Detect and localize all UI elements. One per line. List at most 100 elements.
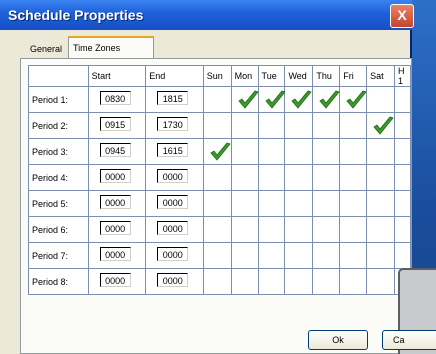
check-icon bbox=[289, 88, 313, 112]
day-cell[interactable] bbox=[230, 112, 259, 139]
period-start-input[interactable]: 0000 bbox=[99, 195, 131, 209]
period-label: Period 8: bbox=[28, 268, 89, 295]
close-button[interactable]: X bbox=[390, 4, 414, 28]
period-end-input[interactable]: 1815 bbox=[157, 91, 189, 105]
day-cell[interactable] bbox=[257, 164, 286, 191]
day-cell[interactable] bbox=[230, 86, 260, 113]
day-cell[interactable] bbox=[202, 216, 232, 243]
day-cell[interactable] bbox=[312, 86, 341, 113]
period-end-input[interactable]: 0000 bbox=[157, 195, 189, 209]
day-cell[interactable] bbox=[230, 138, 259, 165]
day-cell[interactable] bbox=[366, 268, 395, 295]
day-cell[interactable] bbox=[230, 216, 259, 243]
day-cell[interactable] bbox=[257, 86, 287, 113]
day-cell[interactable] bbox=[339, 190, 368, 217]
period-label: Period 6: bbox=[28, 216, 89, 243]
day-cell[interactable] bbox=[284, 112, 314, 139]
day-cell[interactable] bbox=[393, 190, 412, 217]
day-cell[interactable] bbox=[366, 216, 395, 243]
day-cell[interactable] bbox=[230, 190, 259, 217]
day-cell[interactable] bbox=[202, 86, 232, 113]
day-cell[interactable] bbox=[366, 242, 395, 269]
day-cell[interactable] bbox=[202, 164, 232, 191]
period-end-cell: 0000 bbox=[145, 242, 204, 269]
period-end-input[interactable]: 0000 bbox=[157, 221, 189, 235]
day-cell[interactable] bbox=[312, 112, 341, 139]
day-cell[interactable] bbox=[230, 164, 259, 191]
column-header: Mon bbox=[230, 65, 259, 87]
period-start-input[interactable]: 0000 bbox=[99, 247, 131, 261]
period-start-input[interactable]: 0000 bbox=[99, 273, 131, 287]
day-cell[interactable] bbox=[339, 216, 368, 243]
day-cell[interactable] bbox=[339, 268, 368, 295]
day-cell[interactable] bbox=[312, 164, 341, 191]
day-cell[interactable] bbox=[312, 216, 341, 243]
day-cell[interactable] bbox=[202, 112, 232, 139]
period-start-input[interactable]: 0830 bbox=[99, 91, 131, 105]
day-cell[interactable] bbox=[393, 216, 412, 243]
day-cell[interactable] bbox=[393, 242, 412, 269]
period-start-input[interactable]: 0000 bbox=[99, 169, 131, 183]
day-cell[interactable] bbox=[230, 242, 259, 269]
day-cell[interactable] bbox=[366, 138, 395, 165]
period-end-input[interactable]: 1615 bbox=[157, 143, 189, 157]
period-end-input[interactable]: 0000 bbox=[157, 247, 189, 261]
day-cell[interactable] bbox=[312, 138, 341, 165]
column-header: Sat bbox=[366, 65, 395, 87]
day-cell[interactable] bbox=[393, 164, 412, 191]
period-end-cell: 0000 bbox=[145, 190, 204, 217]
day-cell[interactable] bbox=[202, 268, 232, 295]
day-cell[interactable] bbox=[257, 138, 286, 165]
day-cell[interactable] bbox=[339, 164, 368, 191]
day-cell[interactable] bbox=[257, 216, 286, 243]
period-end-input[interactable]: 0000 bbox=[157, 273, 189, 287]
period-end-input[interactable]: 0000 bbox=[157, 169, 189, 183]
day-cell[interactable] bbox=[339, 112, 368, 139]
period-label: Period 7: bbox=[28, 242, 89, 269]
day-cell[interactable] bbox=[284, 268, 314, 295]
day-cell[interactable] bbox=[393, 86, 412, 113]
day-cell[interactable] bbox=[366, 86, 395, 113]
day-cell[interactable] bbox=[339, 242, 368, 269]
day-cell[interactable] bbox=[202, 190, 232, 217]
title-bar[interactable]: Schedule Properties X bbox=[0, 0, 414, 30]
day-cell[interactable] bbox=[393, 112, 412, 139]
check-icon bbox=[263, 88, 287, 112]
period-start-input[interactable]: 0945 bbox=[99, 143, 131, 157]
day-cell[interactable] bbox=[366, 190, 395, 217]
day-cell[interactable] bbox=[366, 112, 395, 139]
day-cell[interactable] bbox=[339, 86, 368, 113]
column-header: Sun bbox=[202, 65, 232, 87]
day-cell[interactable] bbox=[393, 138, 412, 165]
ok-button[interactable]: Ok bbox=[308, 330, 368, 350]
period-end-input[interactable]: 1730 bbox=[157, 117, 189, 131]
day-cell[interactable] bbox=[257, 112, 286, 139]
check-icon bbox=[236, 88, 260, 112]
tab-general[interactable]: General bbox=[26, 39, 66, 60]
day-cell[interactable] bbox=[202, 242, 232, 269]
day-cell[interactable] bbox=[257, 268, 286, 295]
day-cell[interactable] bbox=[339, 138, 368, 165]
day-cell[interactable] bbox=[202, 138, 232, 165]
day-cell[interactable] bbox=[230, 268, 259, 295]
day-cell[interactable] bbox=[284, 86, 314, 113]
day-cell[interactable] bbox=[284, 242, 314, 269]
day-cell[interactable] bbox=[312, 268, 341, 295]
period-row: Period 1: 0830 1815 bbox=[28, 86, 412, 113]
period-start-input[interactable]: 0915 bbox=[99, 117, 131, 131]
tab-time-zones[interactable]: Time Zones bbox=[68, 36, 154, 58]
column-header: Tue bbox=[257, 65, 286, 87]
day-cell[interactable] bbox=[312, 190, 341, 217]
day-cell[interactable] bbox=[284, 164, 314, 191]
day-cell[interactable] bbox=[366, 164, 395, 191]
day-cell[interactable] bbox=[257, 190, 286, 217]
day-cell[interactable] bbox=[284, 138, 314, 165]
check-icon bbox=[208, 140, 232, 164]
day-cell[interactable] bbox=[257, 242, 286, 269]
day-cell[interactable] bbox=[312, 242, 341, 269]
cancel-button[interactable]: Ca bbox=[382, 330, 436, 350]
period-end-cell: 0000 bbox=[145, 164, 204, 191]
period-start-input[interactable]: 0000 bbox=[99, 221, 131, 235]
day-cell[interactable] bbox=[284, 216, 314, 243]
day-cell[interactable] bbox=[284, 190, 314, 217]
